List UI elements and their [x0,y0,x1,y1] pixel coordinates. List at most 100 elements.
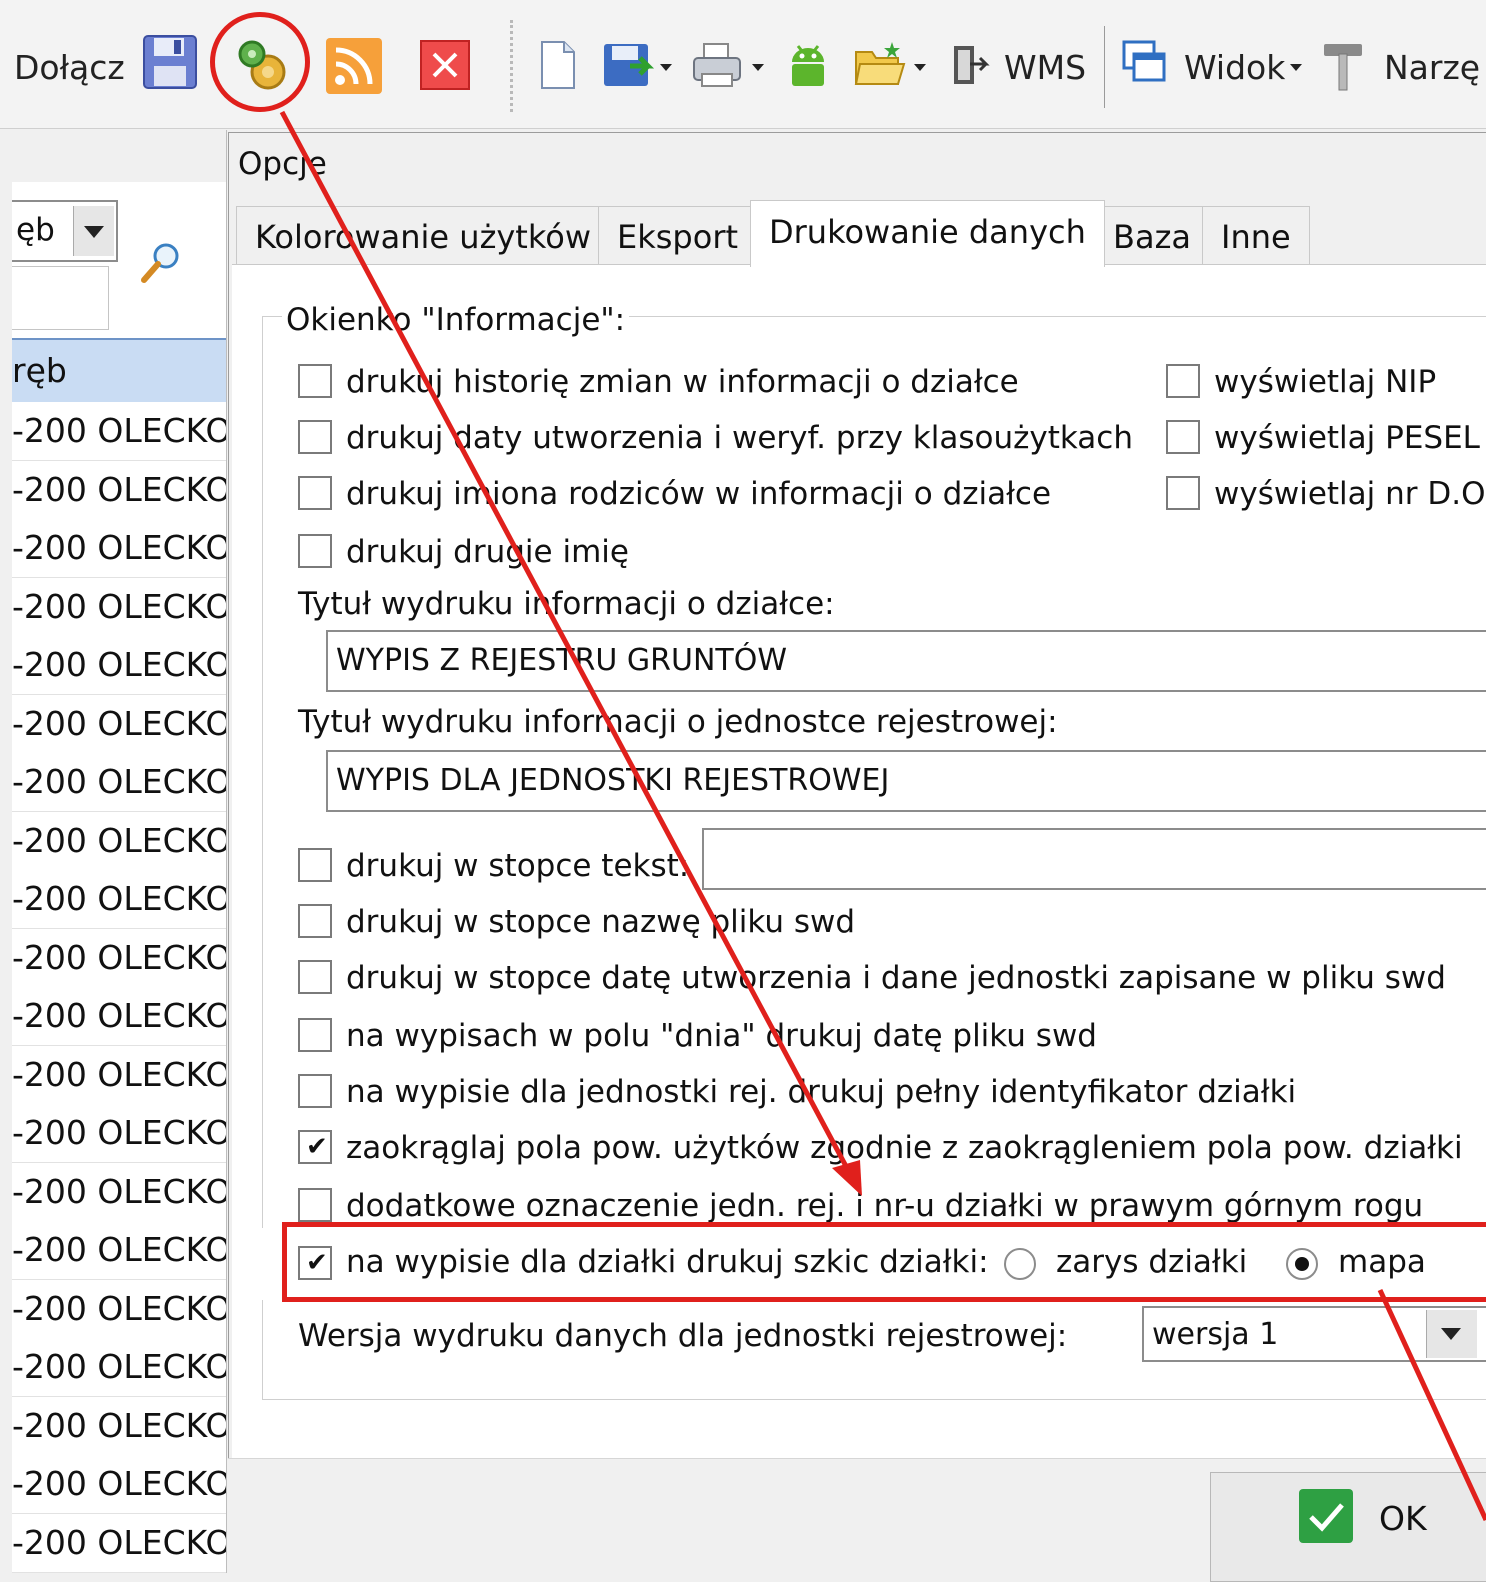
label-footer-date: drukuj w stopce datę utworzenia i dane j… [346,960,1446,996]
checkbox-footer-filename[interactable] [298,904,332,938]
footer-text-input[interactable] [702,828,1486,890]
view-menu[interactable]: Widok [1184,48,1285,87]
tab-kolorowanie[interactable]: Kolorowanie użytków [236,206,610,267]
table-row[interactable]: -200 OLECKO [12,1104,226,1163]
title-parcel-value: WYPIS Z REJESTRU GRUNTÓW [336,643,787,678]
tab-label: Kolorowanie użytków [255,218,591,256]
table-row[interactable]: -200 OLECKO [12,811,226,871]
tab-inne[interactable]: Inne [1202,206,1310,267]
label-footer-filename: drukuj w stopce nazwę pliku swd [346,904,856,940]
folder-dropdown-arrow-icon[interactable] [914,64,926,71]
chevron-down-icon [1441,1328,1461,1340]
table-row[interactable]: -200 OLECKO [12,1045,226,1105]
table-row[interactable]: -200 OLECKO [12,1338,226,1397]
checkbox-day-field-date[interactable] [298,1018,332,1052]
label-print-dates: drukuj daty utworzenia i weryf. przy kla… [346,420,1133,456]
checkbox-extra-marking[interactable] [298,1188,332,1222]
tab-label: Inne [1221,218,1291,256]
checkbox-show-id-number[interactable] [1166,476,1200,510]
ok-button[interactable]: OK [1210,1472,1486,1582]
checkbox-round-areas[interactable]: ✔ [298,1130,332,1164]
wms-icon[interactable] [950,40,990,90]
title-parcel-input[interactable]: WYPIS Z REJESTRU GRUNTÓW [326,630,1486,692]
table-row[interactable]: -200 OLECKO [12,1221,226,1280]
search-input[interactable] [12,266,109,330]
hammer-tools-icon[interactable] [1318,38,1368,92]
parcel-list-panel: ęb ręb -200 OLECKO -200 OLECKO -200 OLECKO… [12,130,227,1573]
table-row[interactable]: -200 OLECKO [12,577,226,637]
table-row[interactable]: -200 OLECKO [12,987,226,1046]
open-folder-icon[interactable] [854,40,906,90]
table-row[interactable]: -200 OLECKO [12,636,226,695]
tab-label: Eksport [617,218,739,256]
table-row[interactable]: -200 OLECKO [12,1279,226,1339]
checkbox-show-pesel[interactable] [1166,420,1200,454]
label-day-field-date: na wypisach w polu "dnia" drukuj datę pl… [346,1018,1097,1054]
table-row[interactable]: -200 OLECKO [12,1396,226,1456]
version-select-value: wersja 1 [1152,1317,1279,1352]
main-toolbar: Dołącz WMS Widok Narzę [0,0,1486,129]
version-select[interactable]: wersja 1 [1142,1306,1486,1362]
close-icon[interactable] [420,40,470,90]
search-icon[interactable] [138,240,184,286]
save-icon[interactable] [142,34,198,90]
version-dropdown-button[interactable] [1426,1310,1477,1358]
label-print-version: Wersja wydruku danych dla jednostki reje… [298,1318,1068,1354]
checkbox-print-dates[interactable] [298,420,332,454]
checkmark-icon: ✔ [306,1132,328,1162]
checkbox-print-second-name[interactable] [298,534,332,568]
table-row[interactable]: -200 OLECKO [12,694,226,754]
label-extra-marking: dodatkowe oznaczenie jedn. rej. i nr-u d… [346,1188,1424,1224]
label-title-unit: Tytuł wydruku informacji o jednostce rej… [298,704,1058,740]
checkbox-print-parent-names[interactable] [298,476,332,510]
label-print-second-name: drukuj drugie imię [346,534,629,570]
checkbox-footer-text[interactable] [298,848,332,882]
tools-menu[interactable]: Narzę [1384,48,1480,87]
combo-dropdown-button[interactable] [73,206,114,256]
table-row[interactable]: -200 OLECKO [12,870,226,929]
table-row[interactable]: -200 OLECKO [12,1162,226,1222]
checkbox-full-identifier[interactable] [298,1074,332,1108]
tab-baza[interactable]: Baza [1094,206,1210,267]
new-document-icon[interactable] [538,40,578,90]
dialog-title: Opcje [238,146,327,182]
precinct-combo[interactable]: ęb [12,200,118,262]
checkbox-footer-date[interactable] [298,960,332,994]
checkmark-icon [1299,1489,1353,1543]
checkbox-show-nip[interactable] [1166,364,1200,398]
table-row[interactable]: -200 OLECKO [12,1455,226,1514]
label-full-identifier: na wypisie dla jednostki rej. drukuj peł… [346,1074,1297,1110]
tab-eksport[interactable]: Eksport [598,206,758,267]
label-show-nip: wyświetlaj NIP [1214,364,1437,400]
save-dropdown-arrow-icon[interactable] [660,64,672,71]
table-row[interactable]: -200 OLECKO [12,1513,226,1573]
annotation-circle [210,12,310,112]
table-row[interactable]: -200 OLECKO [12,402,226,461]
table-row[interactable]: -200 OLECKO [12,753,226,812]
wms-button[interactable]: WMS [1004,48,1086,87]
label-footer-text: drukuj w stopce tekst: [346,848,690,884]
join-button[interactable]: Dołącz [14,48,125,87]
checkbox-print-history[interactable] [298,364,332,398]
windows-view-icon[interactable] [1122,40,1168,86]
save-as-icon[interactable] [602,40,655,90]
table-row[interactable]: -200 OLECKO [12,460,226,520]
precinct-combo-value: ęb [16,212,55,248]
android-icon[interactable] [784,40,832,90]
printer-icon[interactable] [692,40,742,90]
print-dropdown-arrow-icon[interactable] [752,64,764,71]
panel-header [12,130,226,182]
view-dropdown-arrow-icon[interactable] [1290,64,1302,71]
tab-label: Drukowanie danych [769,213,1086,251]
column-header-precinct[interactable]: ręb [12,338,226,403]
title-unit-input[interactable]: WYPIS DLA JEDNOSTKI REJESTROWEJ [326,750,1486,812]
tab-label: Baza [1113,218,1191,256]
table-row[interactable]: -200 OLECKO [12,519,226,578]
column-header-label: ręb [12,351,67,390]
table-row[interactable]: -200 OLECKO [12,928,226,988]
label-show-id-number: wyświetlaj nr D.O [1214,476,1486,512]
tab-drukowanie-danych[interactable]: Drukowanie danych [750,200,1105,267]
label-print-parent-names: drukuj imiona rodziców w informacji o dz… [346,476,1052,512]
chevron-down-icon [84,226,104,238]
rss-icon[interactable] [326,38,382,94]
